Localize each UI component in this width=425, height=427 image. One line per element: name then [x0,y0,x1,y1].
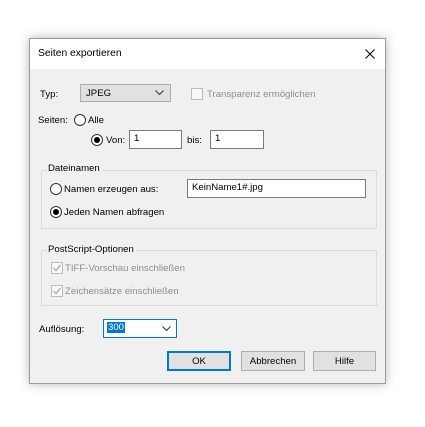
checkmark-icon [53,287,61,295]
close-icon [365,49,375,59]
type-label: Typ: [40,89,59,100]
chevron-down-icon [162,326,171,332]
tiff-preview-checkbox[interactable] [51,262,63,274]
filenames-group-title: Dateinamen [46,163,102,174]
pages-to-label: bis: [187,135,202,146]
pages-from-label: Von: [106,135,126,146]
generate-names-radio[interactable] [50,183,62,195]
pages-all-radio[interactable] [74,114,86,126]
checkmark-icon [53,264,61,272]
postscript-group-title: PostScript-Optionen [46,244,136,255]
resolution-combo[interactable]: 300 [103,319,177,338]
type-select[interactable]: JPEG [80,84,171,102]
resolution-value: 300 [107,322,126,333]
filename-pattern-input[interactable]: KeinName1#.jpg [187,179,366,198]
type-select-value: JPEG [86,88,112,99]
from-page-input[interactable]: 1 [129,130,182,149]
ask-each-name-radio[interactable] [50,206,62,218]
ok-button[interactable]: OK [167,351,231,371]
pages-all-label: Alle [88,115,104,126]
tiff-preview-label: TIFF-Vorschau einschließen [65,263,185,274]
generate-names-label: Namen erzeugen aus: [64,184,159,195]
title-bar: Seiten exportieren [30,39,385,69]
to-page-input[interactable]: 1 [210,130,264,149]
pages-label: Seiten: [38,115,68,126]
postscript-options-group [41,250,377,306]
close-button[interactable] [355,39,385,69]
include-fonts-checkbox[interactable] [51,285,63,297]
dialog-title: Seiten exportieren [38,48,122,59]
include-fonts-label: Zeichensätze einschließen [65,286,179,297]
transparency-checkbox[interactable] [191,88,203,100]
chevron-down-icon [155,90,164,96]
cancel-button[interactable]: Abbrechen [241,351,305,371]
help-button[interactable]: Hilfe [313,351,376,371]
export-pages-dialog: Seiten exportieren Typ: JPEG Transparenz… [29,38,386,384]
pages-from-radio[interactable] [91,134,103,146]
transparency-label: Transparenz ermöglichen [207,89,316,100]
resolution-label: Auflösung: [39,324,85,335]
ask-each-name-label: Jeden Namen abfragen [64,207,165,218]
